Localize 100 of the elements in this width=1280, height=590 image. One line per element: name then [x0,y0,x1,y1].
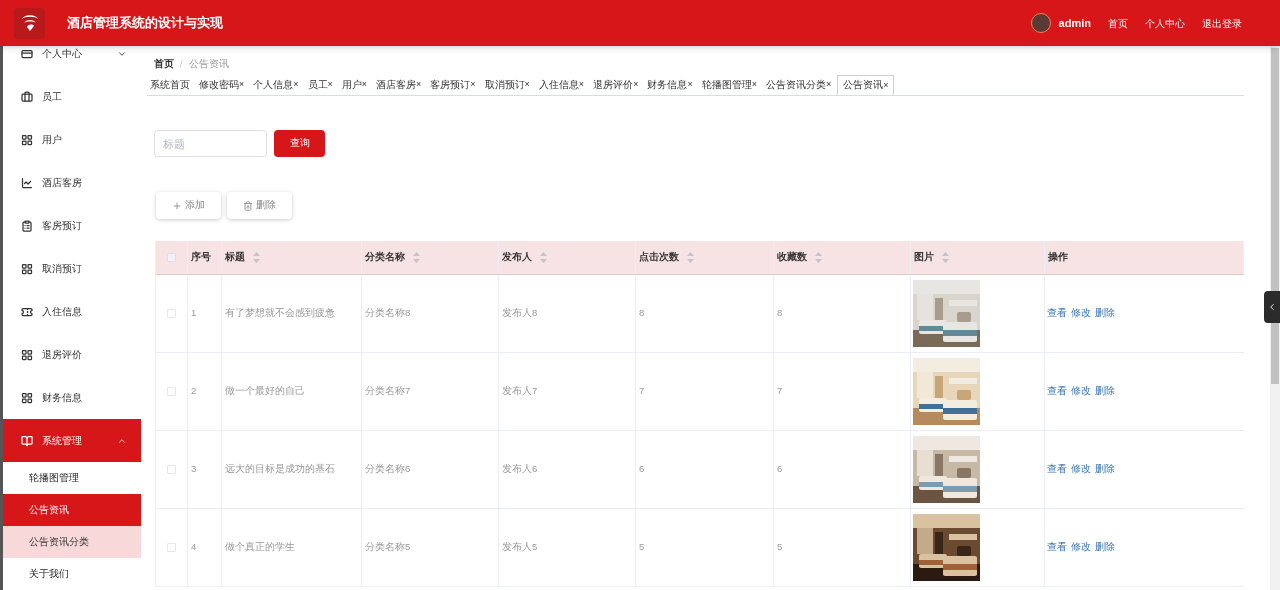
page-tab[interactable]: 酒店客房× [373,75,425,95]
row-action-link[interactable]: 修改 [1071,384,1091,399]
close-icon[interactable]: × [416,78,422,92]
sidebar-item[interactable]: 个人中心 [3,46,141,75]
app-title: 酒店管理系统的设计与实现 [67,14,223,33]
close-icon[interactable]: × [825,78,832,92]
sort-icon[interactable] [815,252,822,263]
table-cell: 2 [191,384,197,399]
page-tab[interactable]: 退房评价× [590,75,642,95]
submenu-item[interactable]: 公告资讯分类 [3,526,141,558]
sort-icon[interactable] [540,252,547,263]
page-tab[interactable]: 用户× [338,75,371,95]
close-icon[interactable]: × [687,78,693,92]
sidebar-item[interactable]: 系统管理 [3,419,141,462]
row-action-link[interactable]: 查看 [1047,540,1067,555]
close-icon[interactable]: × [327,78,333,92]
page-tab[interactable]: 修改密码× [196,75,248,95]
row-action-link[interactable]: 删除 [1095,306,1115,321]
row-checkbox[interactable] [167,465,176,474]
table-cell: 6 [777,462,783,477]
table-cell: 远大的目标是成功的基石 [225,462,335,477]
table-cell: 有了梦想就不会感到疲惫 [225,306,335,321]
sort-icon[interactable] [413,252,420,263]
sort-icon[interactable] [687,252,694,263]
title-search-field[interactable]: 标题 [154,130,267,157]
chevron-left-icon [1267,302,1277,312]
close-icon[interactable]: × [361,78,368,92]
table-cell: 做个真正的学生 [225,540,295,555]
sidebar-item[interactable]: 酒店客房 [3,161,141,204]
card-icon [21,47,33,60]
page-tab[interactable]: 客房预订× [427,75,479,95]
page-tab[interactable]: 员工× [304,75,336,95]
sort-icon[interactable] [253,252,260,263]
sidebar-label: 员工 [42,90,63,104]
close-icon[interactable]: × [578,78,585,92]
table-cell: 1 [191,306,197,321]
page-tab[interactable]: 入住信息× [535,75,588,95]
table-cell: 5 [777,540,783,555]
table-cell: 8 [639,306,645,321]
page-tab[interactable]: 公告资讯× [837,75,895,95]
sidebar-label: 个人中心 [42,47,83,61]
table-cell: 分类名称8 [365,306,411,321]
table-cell: 6 [639,462,645,477]
row-action-link[interactable]: 修改 [1071,462,1091,477]
collapse-handle[interactable] [1264,291,1280,323]
row-action-link[interactable]: 删除 [1095,540,1115,555]
header-link[interactable]: 首页 [1108,15,1128,31]
sidebar-label: 入住信息 [42,305,83,319]
row-checkbox[interactable] [167,387,176,396]
column-header: 收藏数 [777,250,807,265]
row-action-link[interactable]: 查看 [1047,384,1067,399]
close-icon[interactable]: × [524,78,530,92]
header-link[interactable]: 个人中心 [1145,15,1185,31]
page-tab[interactable]: 取消预订× [481,75,533,95]
sidebar-item[interactable]: 退房评价 [3,333,141,376]
row-checkbox[interactable] [167,543,176,552]
user-name[interactable]: admin [1058,14,1091,32]
row-action-link[interactable]: 查看 [1047,306,1067,321]
query-button[interactable]: 查询 [274,130,325,157]
row-action-link[interactable]: 修改 [1071,306,1091,321]
submenu-item[interactable]: 公告资讯 [3,494,141,526]
page-tab[interactable]: 轮播图管理× [698,75,760,95]
sidebar-item[interactable]: 员工 [3,75,141,118]
page-tab[interactable]: 公告资讯分类× [762,75,835,95]
page-tab[interactable]: 财务信息× [644,75,696,95]
submenu-item[interactable]: 关于我们 [3,558,141,590]
sidebar-item[interactable]: 客房预订 [3,204,141,247]
row-action-link[interactable]: 修改 [1071,540,1091,555]
select-all-checkbox[interactable] [167,253,176,262]
sidebar-item[interactable]: 取消预订 [3,247,141,290]
table-cell: 分类名称5 [365,540,411,555]
row-action-link[interactable]: 查看 [1047,462,1067,477]
close-icon[interactable]: × [239,78,245,92]
breadcrumb-item[interactable]: 首页 [154,56,174,72]
close-icon[interactable]: × [751,78,757,92]
page-tab[interactable]: 个人信息× [250,75,302,95]
close-icon[interactable]: × [470,78,476,92]
row-action-link[interactable]: 删除 [1095,462,1115,477]
page-tab[interactable]: 系统首页 [147,75,193,95]
avatar[interactable] [1030,13,1051,33]
add-button[interactable]: 添加 [156,192,221,219]
table-cell: 发布人8 [502,306,538,321]
sidebar-label: 客房预订 [42,219,83,233]
close-icon[interactable]: × [293,78,299,92]
table-cell: 发布人7 [502,384,538,399]
sidebar-label: 退房评价 [42,348,83,362]
row-checkbox[interactable] [167,309,176,318]
close-icon[interactable]: × [633,78,639,92]
column-header: 发布人 [502,250,532,265]
sidebar-item[interactable]: 财务信息 [3,376,141,419]
row-action-link[interactable]: 删除 [1095,384,1115,399]
close-icon[interactable]: × [883,78,889,93]
delete-button[interactable]: 删除 [227,192,292,219]
sidebar-item[interactable]: 用户 [3,118,141,161]
sort-icon[interactable] [942,252,949,263]
submenu-item[interactable]: 轮播图管理 [3,462,141,494]
trash-icon [243,200,253,211]
header-link[interactable]: 退出登录 [1202,15,1242,31]
table-cell: 发布人5 [502,540,538,555]
sidebar-item[interactable]: 入住信息 [3,290,141,333]
